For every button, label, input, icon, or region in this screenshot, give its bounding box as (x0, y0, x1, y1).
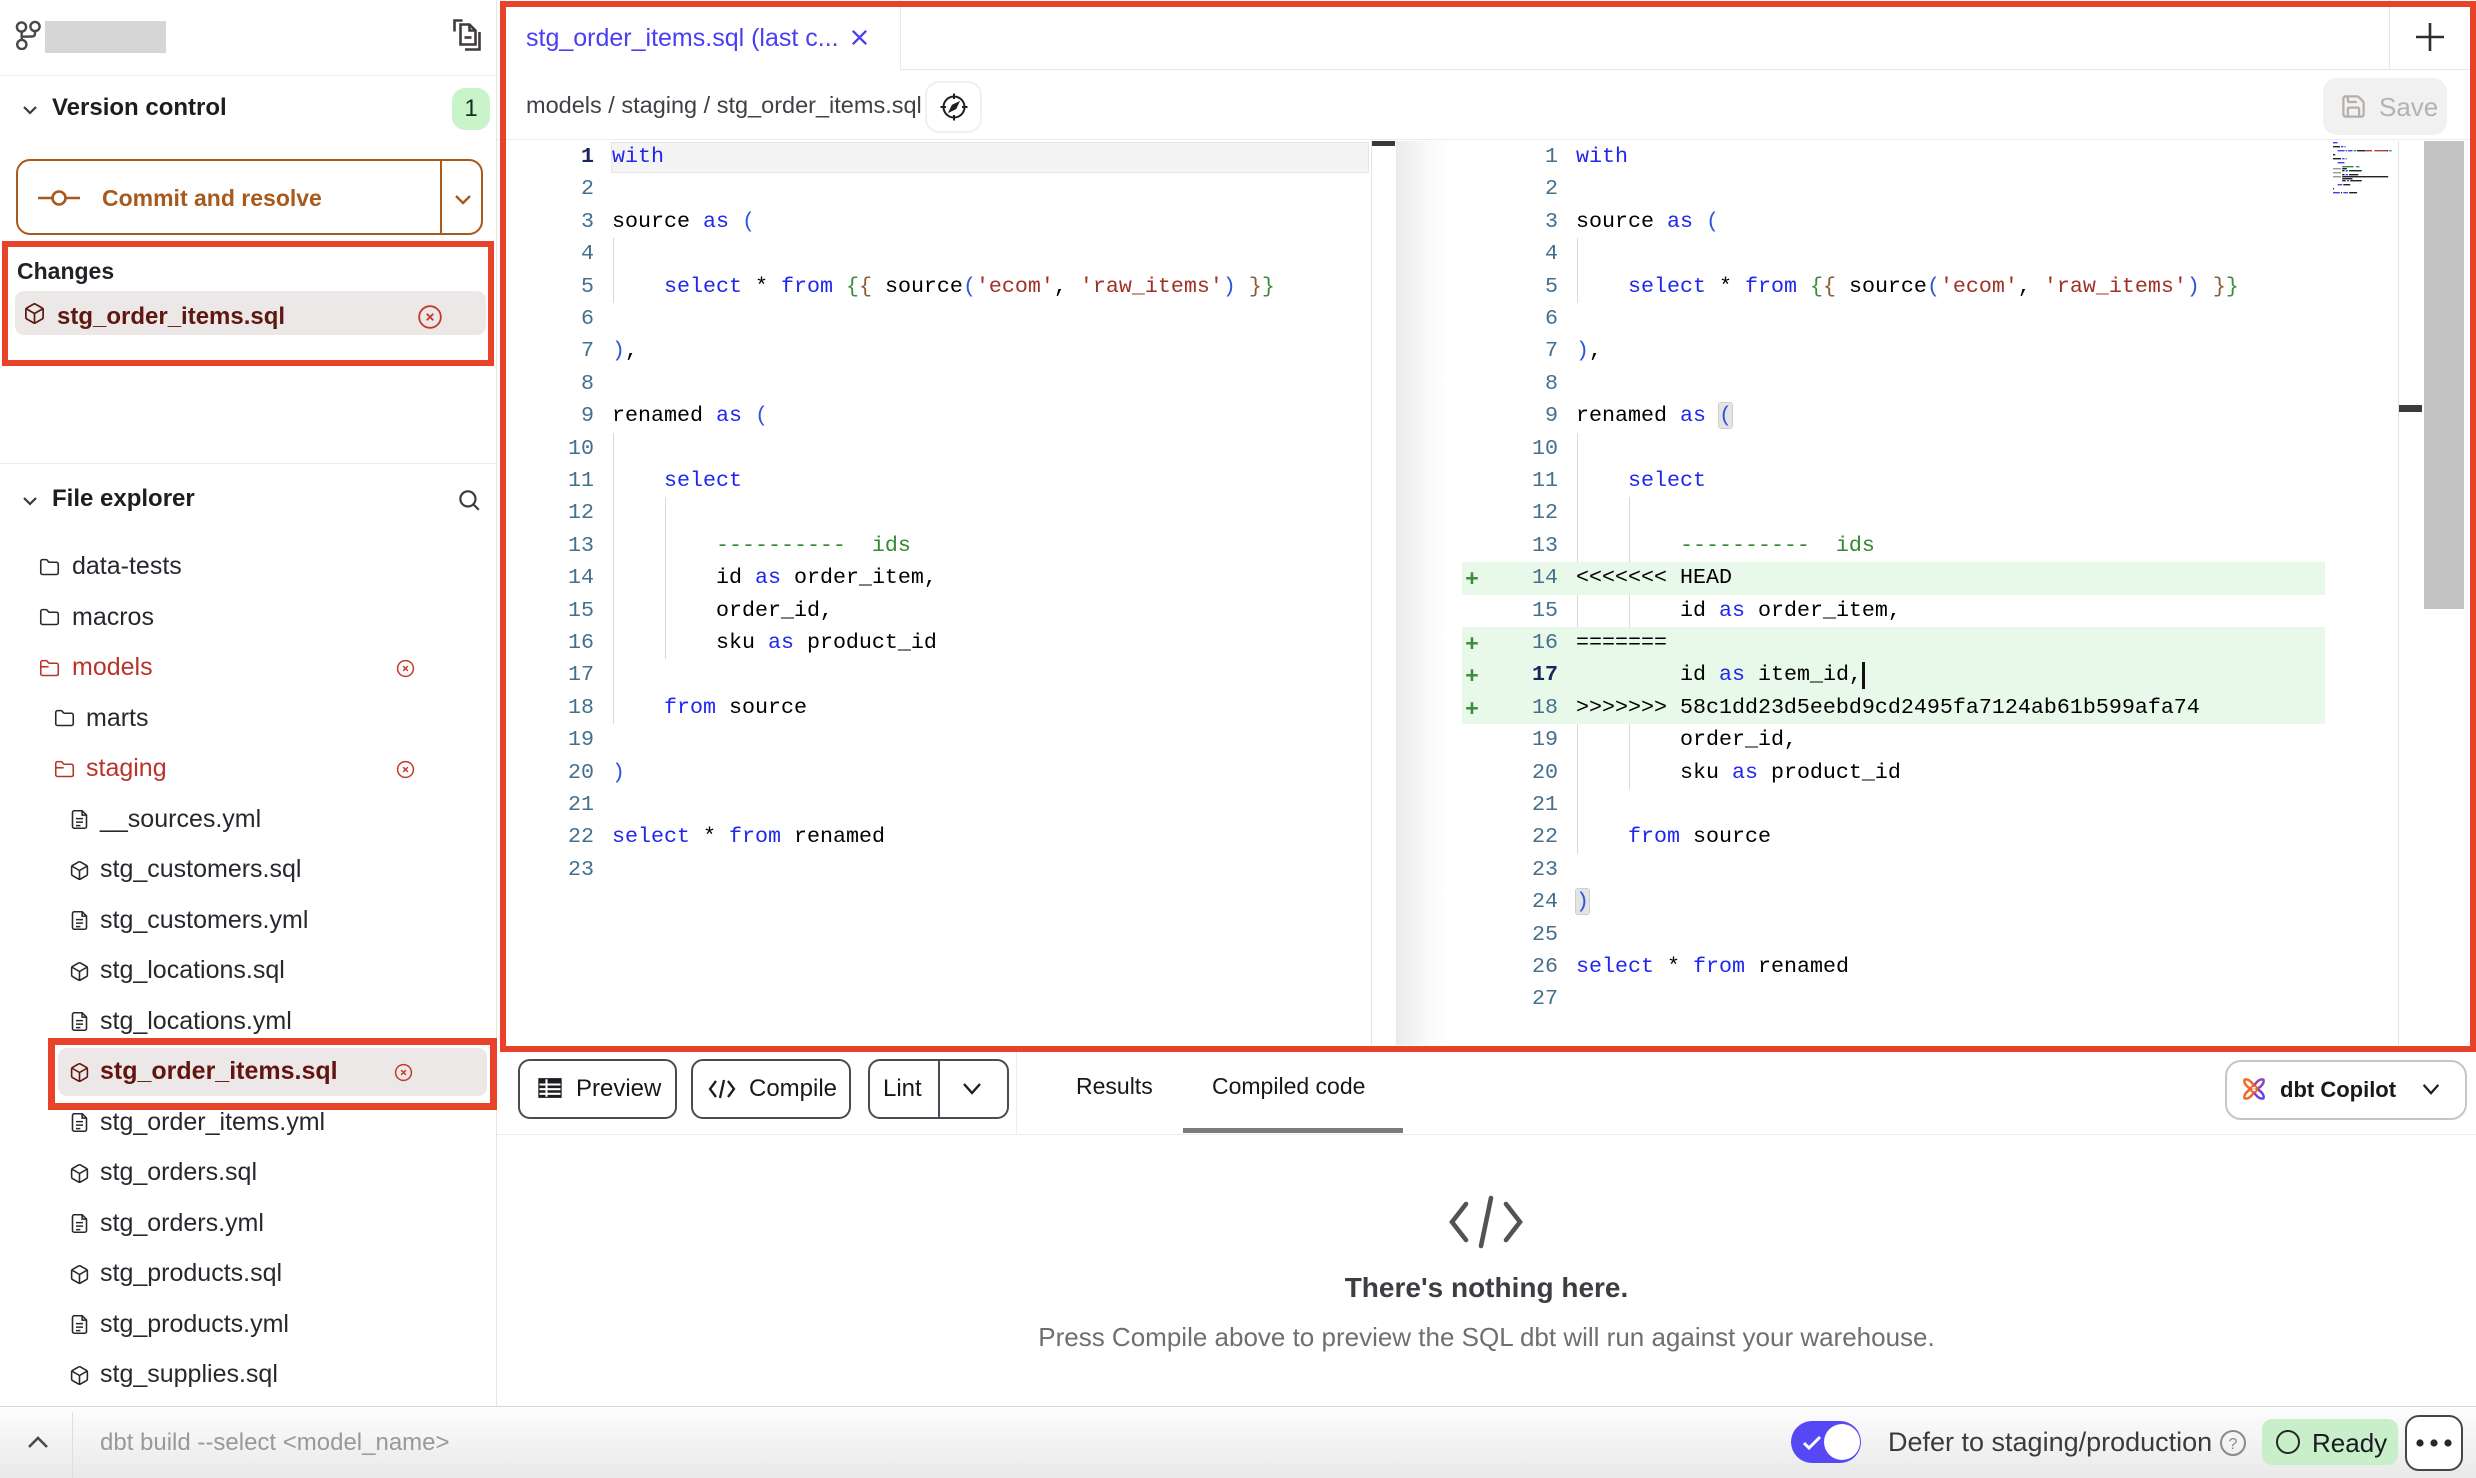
svg-text:?: ? (2229, 1436, 2238, 1453)
